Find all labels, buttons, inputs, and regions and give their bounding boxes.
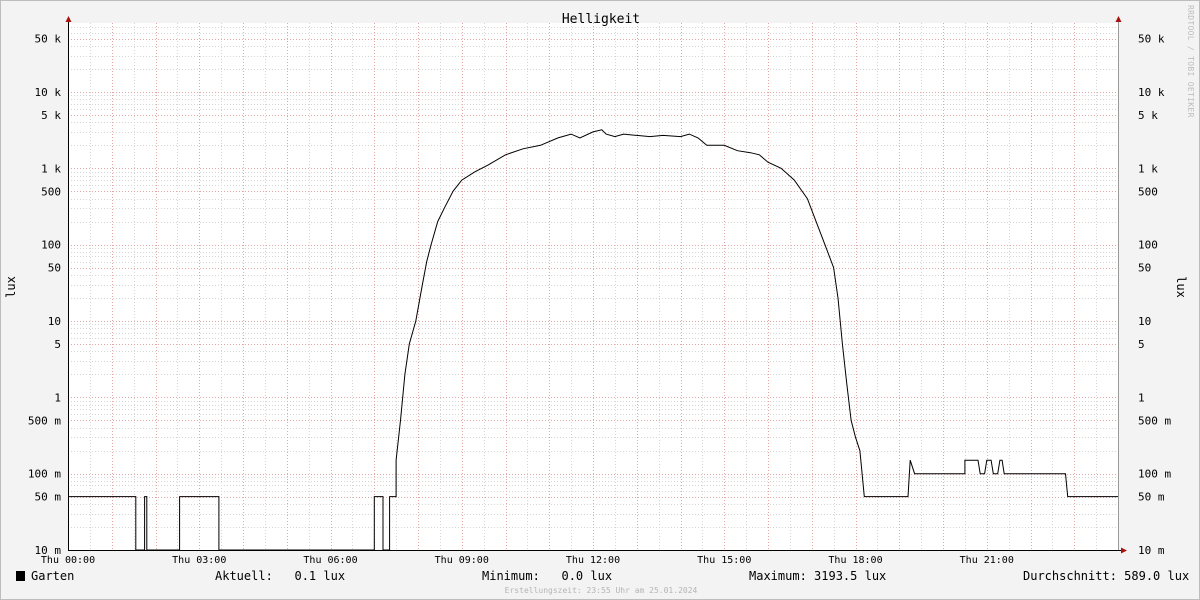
y-tick-label-right: 5 k bbox=[1138, 109, 1158, 122]
x-tick-label: Thu 06:00 bbox=[303, 555, 357, 566]
y-tick-label-left: 50 bbox=[48, 262, 61, 275]
x-tick-label: Thu 21:00 bbox=[960, 555, 1014, 566]
y-tick-label-left: 500 m bbox=[28, 414, 61, 427]
y-tick-label-right: 500 bbox=[1138, 185, 1158, 198]
y-tick-label-right: 50 bbox=[1138, 262, 1151, 275]
helligkeit-chart: 50 k 50 k 10 k 10 k 5 k 5 k 1 k 1 k 500 500 100 100… bbox=[4, 12, 1188, 566]
y-tick-label-right: 5 bbox=[1138, 338, 1145, 351]
creation-time-footer: Erstellungszeit: 23:55 Uhr am 25.01.2024 bbox=[504, 586, 698, 595]
x-tick-label: Thu 18:00 bbox=[828, 555, 882, 566]
y-tick-label-left: 500 bbox=[41, 185, 61, 198]
y-axis-arrow-right bbox=[1115, 16, 1122, 22]
y-axis-arrow-left bbox=[65, 16, 72, 22]
legend-maximum: Maximum: 3193.5 lux bbox=[749, 569, 887, 583]
y-tick-label-left: 50 k bbox=[35, 33, 62, 46]
y-tick-label-right: 10 k bbox=[1138, 86, 1165, 99]
legend-average: Durchschnitt: 589.0 lux bbox=[1023, 569, 1190, 583]
y-tick-label-left: 5 k bbox=[41, 109, 61, 122]
chart-frame: 50 k 50 k 10 k 10 k 5 k 5 k 1 k 1 k 500 500 100 100… bbox=[0, 0, 1200, 600]
y-tick-label-right: 500 m bbox=[1138, 414, 1171, 427]
y-tick-label-right: 100 m bbox=[1138, 468, 1171, 481]
y-axis-label-right: lux bbox=[1174, 276, 1188, 298]
x-tick-label: Thu 09:00 bbox=[435, 555, 489, 566]
x-tick-label: Thu 12:00 bbox=[566, 555, 620, 566]
legend-minimum: Minimum: 0.0 lux bbox=[482, 569, 613, 583]
y-tick-label-left: 1 bbox=[54, 391, 61, 404]
y-tick-label-left: 100 m bbox=[28, 468, 61, 481]
y-tick-label-right: 10 m bbox=[1138, 544, 1165, 557]
x-axis-arrow bbox=[1121, 547, 1127, 554]
x-tick-label: Thu 00:00 bbox=[41, 555, 95, 566]
y-axis-label-left: lux bbox=[4, 276, 18, 298]
y-tick-label-left: 100 bbox=[41, 239, 61, 252]
legend: Garten Aktuell: 0.1 lux Minimum: 0.0 lux… bbox=[15, 569, 1190, 585]
legend-current: Aktuell: 0.1 lux bbox=[215, 569, 346, 583]
y-tick-label-left: 1 k bbox=[41, 162, 61, 175]
y-tick-label-left: 10 bbox=[48, 315, 61, 328]
y-tick-label-left: 10 k bbox=[35, 86, 62, 99]
x-tick-label: Thu 03:00 bbox=[172, 555, 226, 566]
chart-title: Helligkeit bbox=[562, 12, 640, 27]
x-tick-label: Thu 15:00 bbox=[697, 555, 751, 566]
y-tick-label-right: 50 k bbox=[1138, 33, 1165, 46]
y-tick-label-right: 50 m bbox=[1138, 491, 1165, 504]
rrdtool-watermark: RRDTOOL / TOBI OETIKER bbox=[1186, 5, 1195, 118]
y-tick-label-right: 100 bbox=[1138, 239, 1158, 252]
legend-swatch bbox=[16, 571, 25, 581]
y-tick-label-left: 5 bbox=[54, 338, 61, 351]
y-tick-label-left: 50 m bbox=[35, 491, 62, 504]
y-tick-label-right: 1 bbox=[1138, 391, 1145, 404]
y-tick-label-right: 1 k bbox=[1138, 162, 1158, 175]
y-tick-label-right: 10 bbox=[1138, 315, 1151, 328]
legend-series-label: Garten bbox=[31, 569, 75, 583]
